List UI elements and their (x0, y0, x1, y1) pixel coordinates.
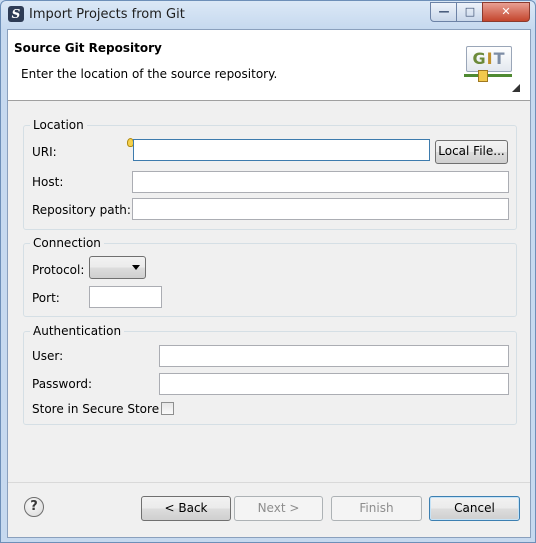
password-label: Password: (32, 377, 93, 391)
chevron-down-icon (132, 265, 140, 270)
back-button[interactable]: < Back (141, 496, 231, 521)
uri-input[interactable] (133, 139, 430, 161)
protocol-select[interactable] (89, 256, 146, 279)
page-title: Source Git Repository (14, 41, 162, 55)
wizard-window: S Import Projects from Git — □ ✕ Source … (0, 0, 536, 543)
host-input[interactable] (132, 171, 509, 193)
wizard-corner-icon (512, 84, 520, 92)
location-group-title: Location (30, 118, 87, 132)
host-label: Host: (32, 175, 64, 189)
user-label: User: (32, 349, 64, 363)
secure-store-checkbox[interactable] (161, 402, 174, 415)
repository-path-label: Repository path: (32, 203, 131, 217)
protocol-label: Protocol: (32, 263, 85, 277)
cancel-button[interactable]: Cancel (429, 496, 520, 521)
page-description: Enter the location of the source reposit… (21, 67, 278, 81)
git-logo-rail (464, 74, 512, 77)
wizard-header: Source Git Repository Enter the location… (8, 30, 530, 101)
connection-group-title: Connection (30, 236, 104, 250)
eclipse-app-icon: S (8, 6, 24, 22)
title-bar[interactable]: S Import Projects from Git — □ ✕ (1, 1, 535, 29)
help-icon[interactable]: ? (24, 497, 44, 517)
local-file-button[interactable]: Local File... (435, 140, 508, 164)
minimize-button[interactable]: — (430, 2, 458, 22)
git-logo-icon: GIT (464, 40, 520, 92)
secure-store-label: Store in Secure Store (32, 402, 160, 416)
next-button[interactable]: Next > (234, 496, 323, 521)
password-input[interactable] (159, 373, 509, 395)
port-label: Port: (32, 291, 60, 305)
uri-label: URI: (32, 145, 57, 159)
wizard-client-area: Source Git Repository Enter the location… (7, 29, 531, 538)
finish-button[interactable]: Finish (331, 496, 422, 521)
port-input[interactable] (89, 286, 162, 308)
user-input[interactable] (159, 345, 509, 367)
git-logo-text: GIT (466, 46, 512, 72)
repository-path-input[interactable] (132, 198, 509, 220)
close-button[interactable]: ✕ (482, 2, 530, 22)
maximize-button[interactable]: □ (456, 2, 484, 22)
authentication-group-title: Authentication (30, 324, 125, 338)
git-logo-knob (478, 70, 488, 82)
window-title: Import Projects from Git (29, 7, 185, 22)
footer-separator (8, 482, 530, 483)
